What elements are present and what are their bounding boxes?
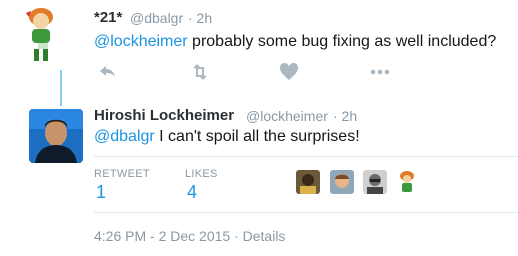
- retweet-label: RETWEET: [94, 168, 150, 180]
- likes-count[interactable]: 4: [187, 182, 197, 203]
- reply-icon[interactable]: [96, 60, 120, 84]
- liker-avatar[interactable]: [296, 170, 320, 194]
- retweet-icon[interactable]: [188, 60, 212, 84]
- tweet2-author-name[interactable]: Hiroshi Lockheimer: [94, 107, 234, 124]
- stats-bottom-divider: [94, 212, 518, 213]
- tweet1-author-name[interactable]: *21*: [94, 9, 122, 26]
- like-icon[interactable]: [277, 60, 301, 84]
- tweet2-text: @dbalgr I can't spoil all the surprises!: [94, 128, 360, 146]
- tweet1-mention-link[interactable]: @lockheimer: [94, 33, 188, 50]
- details-link[interactable]: Details: [243, 228, 286, 244]
- retweet-count[interactable]: 1: [96, 182, 106, 203]
- tweet-actions: [94, 60, 424, 84]
- tweet1-author-handle[interactable]: @dbalgr: [130, 10, 183, 26]
- liker-avatar[interactable]: [395, 170, 419, 194]
- tweet-footer: 4:26 PM - 2 Dec 2015 · Details: [94, 228, 285, 244]
- full-timestamp: 4:26 PM - 2 Dec 2015 ·: [94, 228, 243, 244]
- tweet1-text-body: probably some bug fixing as well include…: [187, 33, 497, 50]
- tweet2-timestamp[interactable]: · 2h: [333, 108, 357, 124]
- more-icon[interactable]: [368, 60, 392, 84]
- liker-avatar[interactable]: [363, 170, 387, 194]
- tweet1-text: @lockheimer probably some bug fixing as …: [94, 33, 496, 51]
- liker-avatar[interactable]: [330, 170, 354, 194]
- avatar[interactable]: [29, 109, 83, 163]
- tweet2-text-body: I can't spoil all the surprises!: [154, 128, 360, 145]
- tweet2-mention-link[interactable]: @dbalgr: [94, 128, 155, 145]
- conversation-thread-line: [60, 70, 62, 106]
- tweet1-timestamp[interactable]: · 2h: [188, 10, 212, 26]
- likes-label: LIKES: [185, 168, 218, 180]
- stats-top-divider: [94, 156, 518, 157]
- avatar[interactable]: [26, 7, 56, 65]
- tweet2-author-handle[interactable]: @lockheimer: [246, 108, 328, 124]
